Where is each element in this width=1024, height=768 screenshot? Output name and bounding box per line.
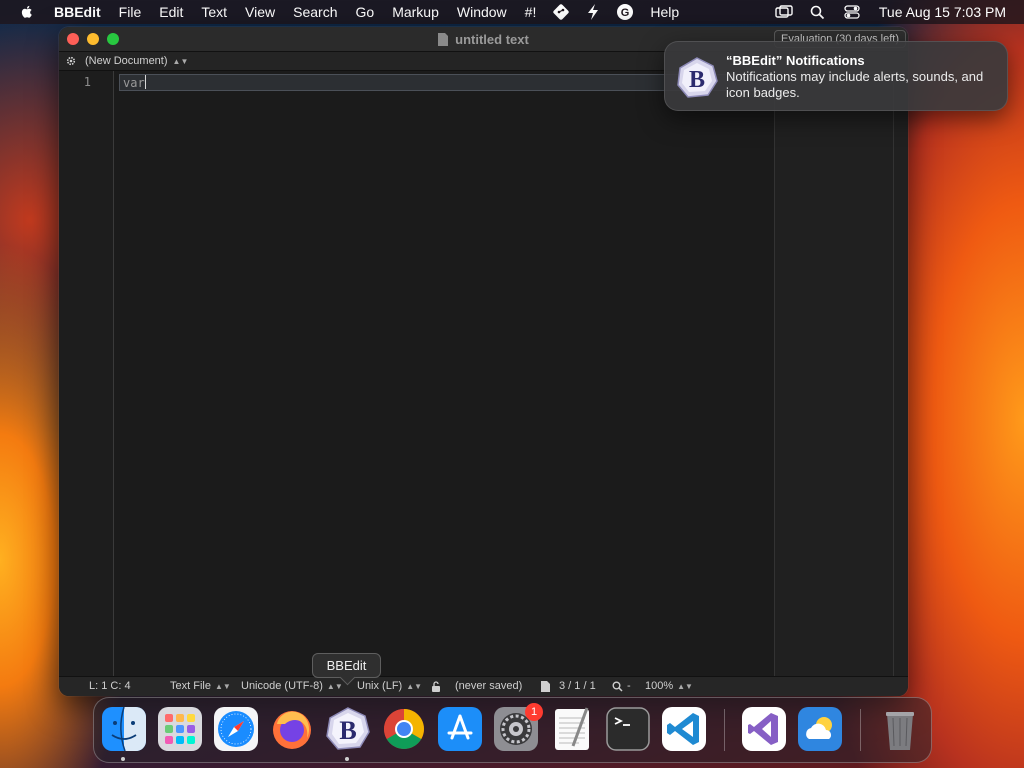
status-area: Tue Aug 15 7:03 PM <box>767 4 1024 20</box>
dock-tooltip: BBEdit <box>312 653 381 678</box>
lock-icon[interactable] <box>431 681 441 695</box>
menu-markup[interactable]: Markup <box>383 0 448 24</box>
cursor-position[interactable]: L: 1 C: 4 <box>89 680 131 692</box>
running-indicator <box>121 757 125 761</box>
chrome-icon[interactable] <box>381 706 427 752</box>
line-number: 1 <box>83 75 91 89</box>
save-state: (never saved) <box>455 680 523 692</box>
safari-icon[interactable] <box>213 706 259 752</box>
chevron-updown-icon: ▲▼ <box>214 682 231 691</box>
window-title-text: untitled text <box>455 32 529 47</box>
menu-help[interactable]: Help <box>641 0 688 24</box>
language-label: Text File <box>170 680 211 692</box>
chevron-updown-icon: ▲▼ <box>326 682 343 691</box>
svg-text:B: B <box>339 716 356 745</box>
status-bar: L: 1 C: 4 Text File ▲▼ Unicode (UTF-8) ▲▼ … <box>59 676 908 696</box>
bbedit-window: untitled text Evaluation (30 days left) … <box>59 27 908 696</box>
page-guide-line <box>893 71 894 676</box>
document-icon <box>438 33 449 46</box>
menu-text[interactable]: Text <box>192 0 236 24</box>
menu-file[interactable]: File <box>110 0 151 24</box>
page-guide-area <box>774 71 908 676</box>
firefox-icon[interactable] <box>269 706 315 752</box>
language-selector[interactable]: Text File ▲▼ <box>170 680 231 692</box>
menu-shebang[interactable]: #! <box>516 0 546 24</box>
document-selector[interactable]: (New Document) <box>85 55 168 67</box>
bbedit-app-icon: B <box>677 57 718 98</box>
notification-banner[interactable]: B “BBEdit” Notifications Notifications m… <box>664 41 1008 111</box>
zoom-icon[interactable] <box>612 681 623 695</box>
weather-icon[interactable] <box>797 706 843 752</box>
chevron-updown-icon[interactable]: ▲▼ <box>173 57 189 66</box>
trash-icon[interactable] <box>877 706 923 752</box>
vscode-icon[interactable] <box>661 706 707 752</box>
spotlight-search-icon[interactable] <box>809 4 827 20</box>
line-number-gutter: 1 <box>59 71 114 676</box>
encoding-label: Unicode (UTF-8) <box>241 680 323 692</box>
svg-text:G: G <box>621 7 630 19</box>
app-store-icon[interactable] <box>437 706 483 752</box>
menu-edit[interactable]: Edit <box>150 0 192 24</box>
running-indicator <box>345 757 349 761</box>
document-stats[interactable]: 3 / 1 / 1 <box>559 680 596 692</box>
line-endings-selector[interactable]: Unix (LF) ▲▼ <box>357 680 422 692</box>
visual-studio-icon[interactable] <box>741 706 787 752</box>
encoding-selector[interactable]: Unicode (UTF-8) ▲▼ <box>241 680 343 692</box>
launchpad-icon[interactable] <box>157 706 203 752</box>
chevron-updown-icon: ▲▼ <box>677 682 693 691</box>
menu-view[interactable]: View <box>236 0 284 24</box>
grammarly-icon[interactable]: G <box>616 3 634 21</box>
zoom-out-button[interactable]: - <box>627 680 631 692</box>
text-caret <box>144 75 146 89</box>
gear-icon[interactable] <box>65 55 77 67</box>
text-editor[interactable]: var <box>115 71 774 676</box>
git-icon[interactable] <box>552 3 570 21</box>
notification-badge: 1 <box>525 703 543 721</box>
apple-menu-icon[interactable] <box>19 4 35 20</box>
screen-mirroring-icon[interactable] <box>775 4 793 20</box>
svg-text:B: B <box>689 67 705 93</box>
bbedit-dock-icon[interactable]: B <box>325 706 371 752</box>
menu-clock[interactable]: Tue Aug 15 7:03 PM <box>879 4 1006 20</box>
code-text: var <box>123 76 145 90</box>
menu-window[interactable]: Window <box>448 0 516 24</box>
notification-title: “BBEdit” Notifications <box>726 53 865 68</box>
menu-app-name[interactable]: BBEdit <box>54 0 110 24</box>
dock-separator <box>724 709 725 751</box>
menu-bar: BBEdit File Edit Text View Search Go Mar… <box>0 0 1024 24</box>
dock: B <box>93 697 932 763</box>
textedit-icon[interactable] <box>549 706 595 752</box>
finder-icon[interactable] <box>101 706 147 752</box>
control-center-icon[interactable] <box>843 4 861 20</box>
zoom-label: 100% <box>645 680 674 692</box>
notification-body: Notifications may include alerts, sounds… <box>726 69 984 100</box>
menu-go[interactable]: Go <box>347 0 384 24</box>
zoom-selector[interactable]: 100% ▲▼ <box>645 680 693 692</box>
terminal-icon[interactable] <box>605 706 651 752</box>
menu-search[interactable]: Search <box>284 0 346 24</box>
chevron-updown-icon: ▲▼ <box>406 682 423 691</box>
document-stats-icon[interactable] <box>541 681 550 695</box>
dock-separator <box>860 709 861 751</box>
lightning-icon[interactable] <box>584 3 602 21</box>
line-endings-label: Unix (LF) <box>357 680 403 692</box>
code-line[interactable]: var <box>123 75 146 90</box>
